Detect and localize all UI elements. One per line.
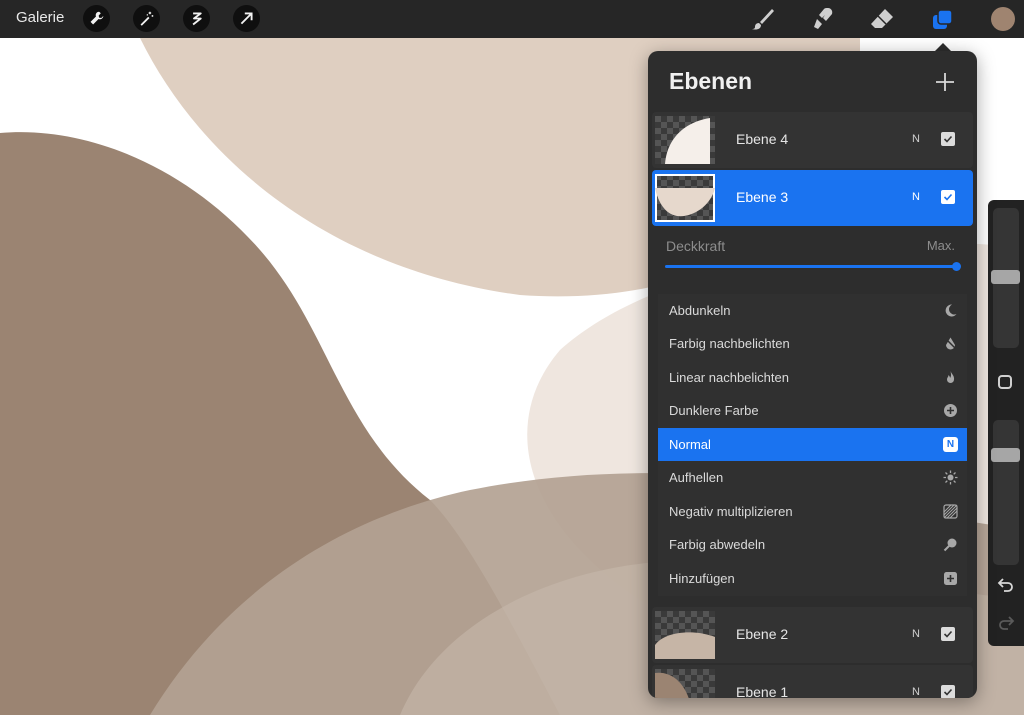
side-sliders	[988, 200, 1024, 646]
hatch-icon	[943, 504, 958, 519]
layer-name: Ebene 1	[736, 684, 789, 698]
layer-row-ebene-1[interactable]: Ebene 1 N	[652, 665, 973, 698]
layer-row-ebene-2[interactable]: Ebene 2 N	[652, 607, 973, 663]
layer-row-ebene-3[interactable]: Ebene 3 N	[652, 170, 973, 226]
burn-icon	[944, 337, 957, 350]
color-picker-swatch[interactable]	[991, 7, 1015, 31]
opacity-slider[interactable]	[665, 265, 956, 268]
blend-mode-item[interactable]: Farbig abwedeln	[658, 528, 967, 561]
blend-mode-item[interactable]: Dunklere Farbe	[658, 394, 967, 427]
brush-opacity-thumb[interactable]	[991, 448, 1020, 462]
blend-mode-label: Dunklere Farbe	[669, 403, 759, 418]
sun-icon	[943, 470, 958, 485]
blend-mode-label: Aufhellen	[669, 470, 724, 485]
plus-icon[interactable]	[934, 71, 956, 93]
transform-arrow-icon[interactable]	[233, 5, 260, 32]
blend-mode-item[interactable]: Hinzufügen	[658, 562, 967, 595]
layer-thumbnail	[655, 116, 715, 164]
gallery-button[interactable]: Galerie	[16, 9, 64, 26]
blend-mode-item[interactable]: Negativ multiplizieren	[658, 495, 967, 528]
visibility-checkbox[interactable]	[941, 627, 955, 641]
layer-blend-mode-button[interactable]: N	[912, 686, 920, 698]
plus-square-icon	[944, 572, 957, 585]
layer-name: Ebene 3	[736, 189, 789, 205]
plus-circle-icon	[944, 404, 957, 417]
dodge-icon	[943, 538, 957, 552]
blend-mode-item-active[interactable]: Normal N	[658, 428, 967, 461]
visibility-checkbox[interactable]	[941, 685, 955, 698]
opacity-slider-knob[interactable]	[952, 262, 961, 271]
eraser-icon[interactable]	[869, 6, 895, 32]
blend-mode-list: Abdunkeln Farbig nachbelichten Linear na…	[658, 294, 967, 596]
layer-thumbnail	[655, 174, 715, 222]
layer-blend-mode-button[interactable]: N	[912, 628, 920, 640]
layers-icon[interactable]	[930, 6, 956, 32]
wrench-icon[interactable]	[83, 5, 110, 32]
layers-panel: Ebenen Ebene 4 N Ebene 3 N Deckkraft Max…	[648, 51, 977, 698]
undo-icon[interactable]	[997, 576, 1015, 594]
brush-opacity-slider[interactable]	[993, 420, 1019, 565]
blend-mode-label: Linear nachbelichten	[669, 370, 789, 385]
top-toolbar: Galerie	[0, 0, 1024, 38]
blend-mode-item[interactable]: Abdunkeln	[658, 294, 967, 327]
blend-mode-item[interactable]: Aufhellen	[658, 461, 967, 494]
layer-thumbnail	[655, 669, 715, 698]
layer-name: Ebene 4	[736, 131, 789, 147]
blend-mode-label: Normal	[669, 437, 711, 452]
modify-button-icon[interactable]	[998, 375, 1012, 389]
blend-mode-item[interactable]: Linear nachbelichten	[658, 361, 967, 394]
moon-icon	[945, 304, 957, 317]
layer-blend-mode-button[interactable]: N	[912, 191, 920, 203]
n-badge-icon: N	[943, 437, 958, 452]
opacity-value: Max.	[926, 238, 955, 253]
brush-size-thumb[interactable]	[991, 270, 1020, 284]
visibility-checkbox[interactable]	[941, 190, 955, 204]
panel-title: Ebenen	[669, 68, 753, 94]
flame-icon	[947, 371, 955, 383]
blend-mode-label: Abdunkeln	[669, 303, 731, 318]
blend-mode-label: Farbig abwedeln	[669, 537, 766, 552]
visibility-checkbox[interactable]	[941, 132, 955, 146]
selection-icon[interactable]	[183, 5, 210, 32]
layer-blend-mode-button[interactable]: N	[912, 133, 920, 145]
opacity-label: Deckkraft	[666, 238, 726, 254]
layer-row-ebene-4[interactable]: Ebene 4 N	[652, 112, 973, 168]
blend-mode-label: Negativ multiplizieren	[669, 504, 793, 519]
layer-thumbnail	[655, 611, 715, 659]
brush-icon[interactable]	[750, 6, 776, 32]
blend-mode-label: Hinzufügen	[669, 571, 735, 586]
magic-wand-icon[interactable]	[133, 5, 160, 32]
blend-mode-label: Farbig nachbelichten	[669, 336, 790, 351]
blend-mode-item[interactable]: Farbig nachbelichten	[658, 327, 967, 360]
redo-icon[interactable]	[997, 614, 1015, 632]
layer-name: Ebene 2	[736, 626, 789, 642]
smudge-icon[interactable]	[810, 6, 836, 32]
